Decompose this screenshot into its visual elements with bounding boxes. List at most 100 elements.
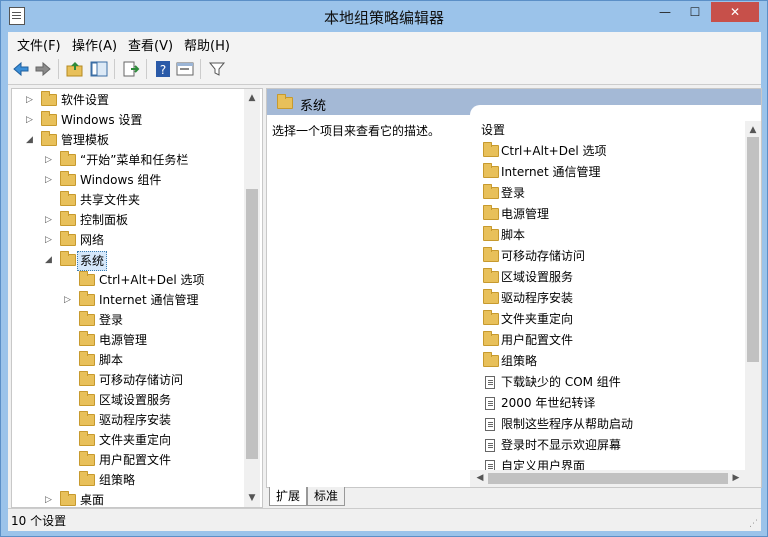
settings-scroll-thumb[interactable] bbox=[747, 137, 759, 362]
folder-icon bbox=[79, 431, 95, 446]
settings-item-label: 登录 bbox=[501, 186, 526, 200]
tree-scrollbar[interactable]: ▲ ▼ bbox=[244, 89, 260, 507]
folder-icon bbox=[483, 310, 499, 325]
tree-item-label: Internet 通信管理 bbox=[99, 293, 199, 307]
maximize-button[interactable]: ☐ bbox=[681, 2, 709, 22]
policy-setting-icon bbox=[485, 376, 495, 389]
collapsed-arrow-icon[interactable]: ▷ bbox=[45, 210, 55, 230]
settings-hscroll-thumb[interactable] bbox=[488, 473, 728, 484]
scroll-right-icon[interactable]: ▶ bbox=[728, 471, 744, 485]
tree-item-label: 网络 bbox=[80, 233, 105, 247]
tree-item-label: 软件设置 bbox=[61, 93, 110, 107]
collapsed-arrow-icon[interactable]: ▷ bbox=[26, 110, 36, 130]
folder-icon bbox=[60, 191, 76, 206]
toolbar-separator bbox=[58, 59, 59, 79]
collapsed-arrow-icon[interactable]: ▷ bbox=[64, 290, 74, 310]
properties-icon[interactable] bbox=[176, 60, 194, 78]
settings-item-label: Ctrl+Alt+Del 选项 bbox=[501, 144, 607, 158]
tree-item-label: 桌面 bbox=[80, 493, 105, 507]
settings-item-label: 2000 年世纪转译 bbox=[501, 396, 596, 410]
policy-setting-icon bbox=[485, 439, 495, 452]
tree-item-label: 用户配置文件 bbox=[99, 453, 172, 467]
folder-icon bbox=[483, 163, 499, 178]
title-bar[interactable]: 本地组策略编辑器 — ☐ ✕ bbox=[1, 1, 767, 31]
collapsed-arrow-icon[interactable]: ▷ bbox=[45, 490, 55, 507]
tree-item-label: 驱动程序安装 bbox=[99, 413, 172, 427]
svg-text:?: ? bbox=[160, 63, 166, 77]
policy-setting-icon bbox=[485, 418, 495, 431]
settings-scrollbar[interactable]: ▲ ▼ bbox=[745, 121, 761, 485]
app-window: 本地组策略编辑器 — ☐ ✕ 文件(F) 操作(A) 查看(V) 帮助(H) ?… bbox=[0, 0, 768, 537]
collapsed-arrow-icon[interactable]: ▷ bbox=[45, 150, 55, 170]
settings-item-label: 电源管理 bbox=[501, 207, 550, 221]
folder-icon bbox=[79, 291, 95, 306]
settings-item-label: 脚本 bbox=[501, 228, 526, 242]
tree-item-label: Windows 组件 bbox=[80, 173, 162, 187]
tree-item-label: 系统 bbox=[77, 251, 108, 271]
tab-standard[interactable]: 标准 bbox=[307, 487, 346, 506]
menu-file[interactable]: 文件(F) bbox=[17, 35, 61, 54]
export-list-icon[interactable] bbox=[122, 60, 140, 78]
details-pane: 系统 选择一个项目来查看它的描述。 设置 ▲ ▼ Ctrl+Alt+Del 选项… bbox=[266, 88, 762, 488]
details-title: 系统 bbox=[300, 99, 327, 114]
up-folder-icon[interactable] bbox=[66, 60, 84, 78]
column-header-settings[interactable]: 设置 bbox=[481, 121, 505, 138]
resize-grip-icon[interactable]: ⋰ bbox=[749, 519, 759, 529]
toolbar-separator bbox=[200, 59, 201, 79]
scroll-down-icon[interactable]: ▼ bbox=[244, 491, 260, 505]
menu-view[interactable]: 查看(V) bbox=[128, 35, 173, 54]
tree-item-label: 共享文件夹 bbox=[80, 193, 141, 207]
folder-icon bbox=[483, 352, 499, 367]
tree-item-label: 管理模板 bbox=[61, 133, 110, 147]
tree-item-label: 区域设置服务 bbox=[99, 393, 172, 407]
show-tree-icon[interactable] bbox=[90, 60, 108, 78]
settings-item-label: 限制这些程序从帮助启动 bbox=[501, 417, 634, 431]
settings-item-label: 登录时不显示欢迎屏幕 bbox=[501, 438, 622, 452]
forward-arrow-icon[interactable] bbox=[34, 60, 52, 78]
tree-item-label: 脚本 bbox=[99, 353, 124, 367]
settings-item-label: 文件夹重定向 bbox=[501, 312, 574, 326]
collapsed-arrow-icon[interactable]: ▷ bbox=[45, 230, 55, 250]
scroll-up-icon[interactable]: ▲ bbox=[244, 91, 260, 105]
collapsed-arrow-icon[interactable]: ▷ bbox=[45, 170, 55, 190]
tree-view[interactable]: ▲ ▼ ▷ 软件设置 ▷ Windows 设置 ◢ 管理模板 ▷ “开始”菜单和任务栏 ▷ Win… bbox=[11, 88, 263, 508]
scroll-left-icon[interactable]: ◀ bbox=[472, 471, 488, 485]
folder-icon bbox=[483, 184, 499, 199]
collapsed-arrow-icon[interactable]: ▷ bbox=[26, 90, 36, 110]
expanded-arrow-icon[interactable]: ◢ bbox=[45, 250, 55, 270]
tree-item-label: 电源管理 bbox=[99, 333, 148, 347]
scroll-up-icon[interactable]: ▲ bbox=[745, 123, 761, 137]
view-tabs: 扩展 标准 bbox=[266, 487, 760, 507]
settings-hscrollbar[interactable]: ◀ ▶ bbox=[470, 470, 761, 487]
folder-icon bbox=[79, 411, 95, 426]
back-arrow-icon[interactable] bbox=[12, 60, 30, 78]
minimize-button[interactable]: — bbox=[651, 2, 679, 22]
close-button[interactable]: ✕ bbox=[711, 2, 759, 22]
settings-list[interactable]: 设置 ▲ ▼ Ctrl+Alt+Del 选项 Internet 通信管理登录电源管… bbox=[470, 105, 761, 487]
folder-icon bbox=[483, 226, 499, 241]
folder-icon bbox=[60, 211, 76, 226]
tree-item-label: 控制面板 bbox=[80, 213, 129, 227]
folder-icon bbox=[79, 451, 95, 466]
tree-item-label: Windows 设置 bbox=[61, 113, 143, 127]
filter-icon[interactable] bbox=[208, 60, 226, 78]
tab-extended[interactable]: 扩展 bbox=[269, 487, 308, 506]
tree-item-label: Ctrl+Alt+Del 选项 bbox=[99, 273, 205, 287]
folder-icon bbox=[60, 251, 76, 266]
help-icon[interactable]: ? bbox=[154, 60, 172, 78]
tree-item-label: 组策略 bbox=[99, 473, 136, 487]
folder-icon bbox=[60, 171, 76, 186]
folder-icon bbox=[79, 371, 95, 386]
folder-icon bbox=[483, 142, 499, 157]
status-bar: 10 个设置 ⋰ bbox=[8, 508, 761, 531]
description-text: 选择一个项目来查看它的描述。 bbox=[272, 124, 441, 138]
menu-action[interactable]: 操作(A) bbox=[72, 35, 117, 54]
menu-help[interactable]: 帮助(H) bbox=[184, 35, 230, 54]
expanded-arrow-icon[interactable]: ◢ bbox=[26, 130, 36, 150]
folder-icon bbox=[41, 91, 57, 106]
folder-icon bbox=[79, 311, 95, 326]
folder-icon bbox=[60, 491, 76, 506]
tree-scroll-thumb[interactable] bbox=[246, 189, 258, 459]
settings-item-label: 组策略 bbox=[501, 354, 538, 368]
policy-setting-icon bbox=[485, 397, 495, 410]
